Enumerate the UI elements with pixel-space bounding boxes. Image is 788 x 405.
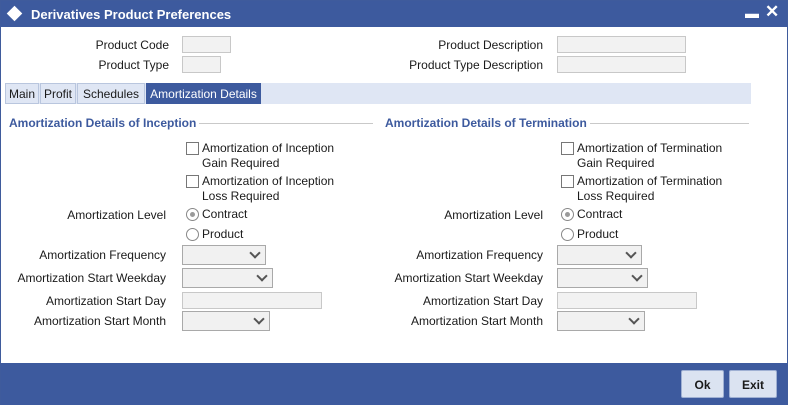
inception-loss-checkbox[interactable] [186, 175, 199, 188]
inception-frequency-label: Amortization Frequency [39, 248, 166, 262]
termination-level-product-radio[interactable] [561, 228, 574, 241]
inception-start-month-select[interactable] [182, 311, 270, 331]
termination-frequency-select[interactable] [557, 245, 642, 265]
termination-loss-checkbox[interactable] [561, 175, 574, 188]
chevron-down-icon [625, 247, 637, 259]
title-bar: Derivatives Product Preferences ▬ ✕ [1, 1, 787, 27]
termination-section-title: Amortization Details of Termination [385, 116, 587, 130]
termination-loss-label-line1: Amortization of Termination [577, 174, 723, 188]
termination-section-divider [590, 123, 749, 124]
tab-profit[interactable]: Profit [40, 83, 76, 104]
inception-section-title: Amortization Details of Inception [9, 116, 197, 130]
inception-level-label: Amortization Level [67, 208, 166, 222]
termination-start-weekday-select[interactable] [557, 268, 648, 288]
close-icon[interactable]: ✕ [765, 2, 779, 22]
termination-gain-label-line2: Gain Required [577, 156, 655, 170]
inception-frequency-select[interactable] [182, 245, 266, 265]
window-diamond-icon [6, 5, 23, 22]
termination-level-product-label: Product [577, 227, 619, 241]
inception-level-contract-radio[interactable] [186, 208, 199, 221]
termination-start-month-label: Amortization Start Month [410, 314, 543, 328]
inception-start-weekday-label: Amortization Start Weekday [17, 271, 166, 285]
tab-main[interactable]: Main [5, 83, 39, 104]
product-code-label: Product Code [95, 38, 169, 52]
inception-start-month-label: Amortization Start Month [33, 314, 166, 328]
product-type-label: Product Type [98, 58, 170, 72]
termination-start-day-label: Amortization Start Day [422, 294, 543, 308]
inception-gain-label-line2: Gain Required [202, 156, 280, 170]
product-code-field[interactable] [182, 36, 231, 53]
product-description-field[interactable] [557, 36, 686, 53]
product-type-description-field[interactable] [557, 56, 686, 73]
product-type-description-label: Product Type Description [409, 58, 543, 72]
inception-section-divider [199, 123, 373, 124]
chevron-down-icon [628, 313, 640, 325]
termination-loss-label-line2: Loss Required [577, 189, 655, 203]
window-title: Derivatives Product Preferences [31, 7, 232, 22]
inception-start-weekday-select[interactable] [182, 268, 273, 288]
termination-frequency-label: Amortization Frequency [416, 248, 543, 262]
chevron-down-icon [249, 247, 261, 259]
product-type-field[interactable] [182, 56, 221, 73]
chevron-down-icon [256, 270, 268, 282]
inception-start-day-label: Amortization Start Day [45, 294, 166, 308]
inception-gain-label-line1: Amortization of Inception [202, 141, 335, 155]
termination-gain-label-line1: Amortization of Termination [577, 141, 723, 155]
termination-level-contract-label: Contract [577, 207, 623, 221]
termination-level-label: Amortization Level [444, 208, 543, 222]
inception-start-day-field[interactable] [182, 292, 322, 309]
termination-start-day-field[interactable] [557, 292, 697, 309]
minimize-icon[interactable]: ▬ [745, 5, 759, 21]
tab-amortization-details[interactable]: Amortization Details [146, 83, 261, 104]
footer-bar [1, 363, 787, 405]
termination-gain-checkbox[interactable] [561, 142, 574, 155]
product-description-label: Product Description [438, 38, 543, 52]
tab-schedules[interactable]: Schedules [77, 83, 145, 104]
inception-loss-label-line2: Loss Required [202, 189, 280, 203]
termination-start-weekday-label: Amortization Start Weekday [394, 271, 543, 285]
inception-level-contract-label: Contract [202, 207, 248, 221]
termination-start-month-select[interactable] [557, 311, 645, 331]
tab-bar: Main Profit Schedules Amortization Detai… [5, 83, 751, 104]
ok-button[interactable]: Ok [681, 370, 724, 398]
termination-level-contract-radio[interactable] [561, 208, 574, 221]
chevron-down-icon [253, 313, 265, 325]
derivatives-product-preferences-window: Derivatives Product Preferences ▬ ✕ Prod… [0, 0, 788, 405]
inception-level-product-label: Product [202, 227, 244, 241]
inception-level-product-radio[interactable] [186, 228, 199, 241]
inception-loss-label-line1: Amortization of Inception [202, 174, 335, 188]
inception-gain-checkbox[interactable] [186, 142, 199, 155]
exit-button[interactable]: Exit [729, 370, 777, 398]
chevron-down-icon [631, 270, 643, 282]
